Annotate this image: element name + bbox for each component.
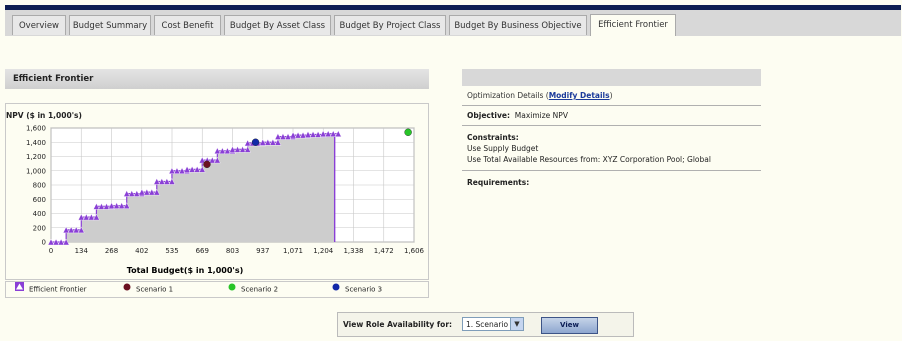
legend-item-scenario-1: Scenario 1 [123,282,173,297]
x-tick-label: 669 [196,247,209,255]
legend-item-scenario-2: Scenario 2 [228,282,278,297]
view-role-bar: View Role Availability for: 1. Scenario … [337,312,634,337]
triangle-marker-icon [15,282,24,297]
scenario-select[interactable]: 1. Scenario 1 ▼ [462,317,524,331]
legend-item-scenario-3: Scenario 3 [332,282,382,297]
chart-x-axis-title: Total Budget($ in 1,000's) [127,266,244,275]
x-tick-label: 134 [75,247,89,255]
scenario-3-point [251,138,260,146]
x-tick-label: 402 [135,247,148,255]
x-tick-label: 0 [49,247,53,255]
chevron-down-icon[interactable]: ▼ [510,318,523,330]
objective-value: Maximize NPV [514,111,568,120]
constraints-label: Constraints: [467,133,519,142]
constraint-item: Use Supply Budget [467,144,539,153]
tab-budget-by-asset-class[interactable]: Budget By Asset Class [224,15,331,35]
scenario-1-point [203,160,211,169]
tab-budget-by-business-objective[interactable]: Budget By Business Objective [449,15,587,35]
tab-cost-benefit[interactable]: Cost Benefit [154,15,221,35]
x-tick-label: 1,338 [343,247,363,255]
y-tick-label: 0 [42,239,46,247]
tab-budget-summary[interactable]: Budget Summary [69,15,151,35]
view-button[interactable]: View [541,317,598,334]
y-tick-label: 1,400 [26,139,46,147]
optimization-header-bar [462,69,761,86]
y-tick-label: 400 [33,210,46,218]
tab-overview[interactable]: Overview [12,15,66,35]
x-tick-label: 937 [256,247,269,255]
y-tick-label: 600 [33,196,46,204]
requirements-section: Requirements: [467,178,530,187]
y-tick-label: 200 [33,224,46,232]
x-tick-label: 535 [165,247,178,255]
x-tick-label: 803 [226,247,239,255]
x-tick-label: 1,204 [313,247,334,255]
chart-legend: Efficient Frontier Scenario 1 Scenario 2… [5,281,429,298]
x-tick-label: 1,472 [374,247,394,255]
efficient-frontier-chart: 0 134 268 402 535 669 803 937 1,071 1,204 1,338 1,4… [26,125,425,276]
tab-efficient-frontier[interactable]: Efficient Frontier [590,14,676,36]
legend-item-efficient-frontier: Efficient Frontier [15,282,87,297]
objective-row: Objective: Maximize NPV [462,106,761,126]
y-tick-label: 1,000 [26,167,46,175]
dot-marker-icon [228,282,236,297]
x-tick-label: 268 [105,247,118,255]
view-role-label: View Role Availability for: [343,320,453,329]
modify-details-link[interactable]: Modify Details [549,91,610,100]
x-tick-label: 1,606 [404,247,425,255]
y-tick-label: 1,200 [26,153,46,161]
dot-marker-icon [332,282,340,297]
y-tick-label: 800 [33,182,46,190]
constraints-section: Constraints: Use Supply Budget Use Total… [462,127,761,171]
y-tick-label: 1,600 [26,125,46,133]
scenario-2-point [404,128,412,136]
tab-budget-by-project-class[interactable]: Budget By Project Class [334,15,446,35]
optimization-details-title: Optimization Details (Modify Details) [462,86,761,106]
x-tick-label: 1,071 [283,247,303,255]
constraint-item: Use Total Available Resources from: XYZ … [467,155,711,164]
efficient-frontier-heading: Efficient Frontier [5,69,429,89]
dot-marker-icon [123,282,131,297]
